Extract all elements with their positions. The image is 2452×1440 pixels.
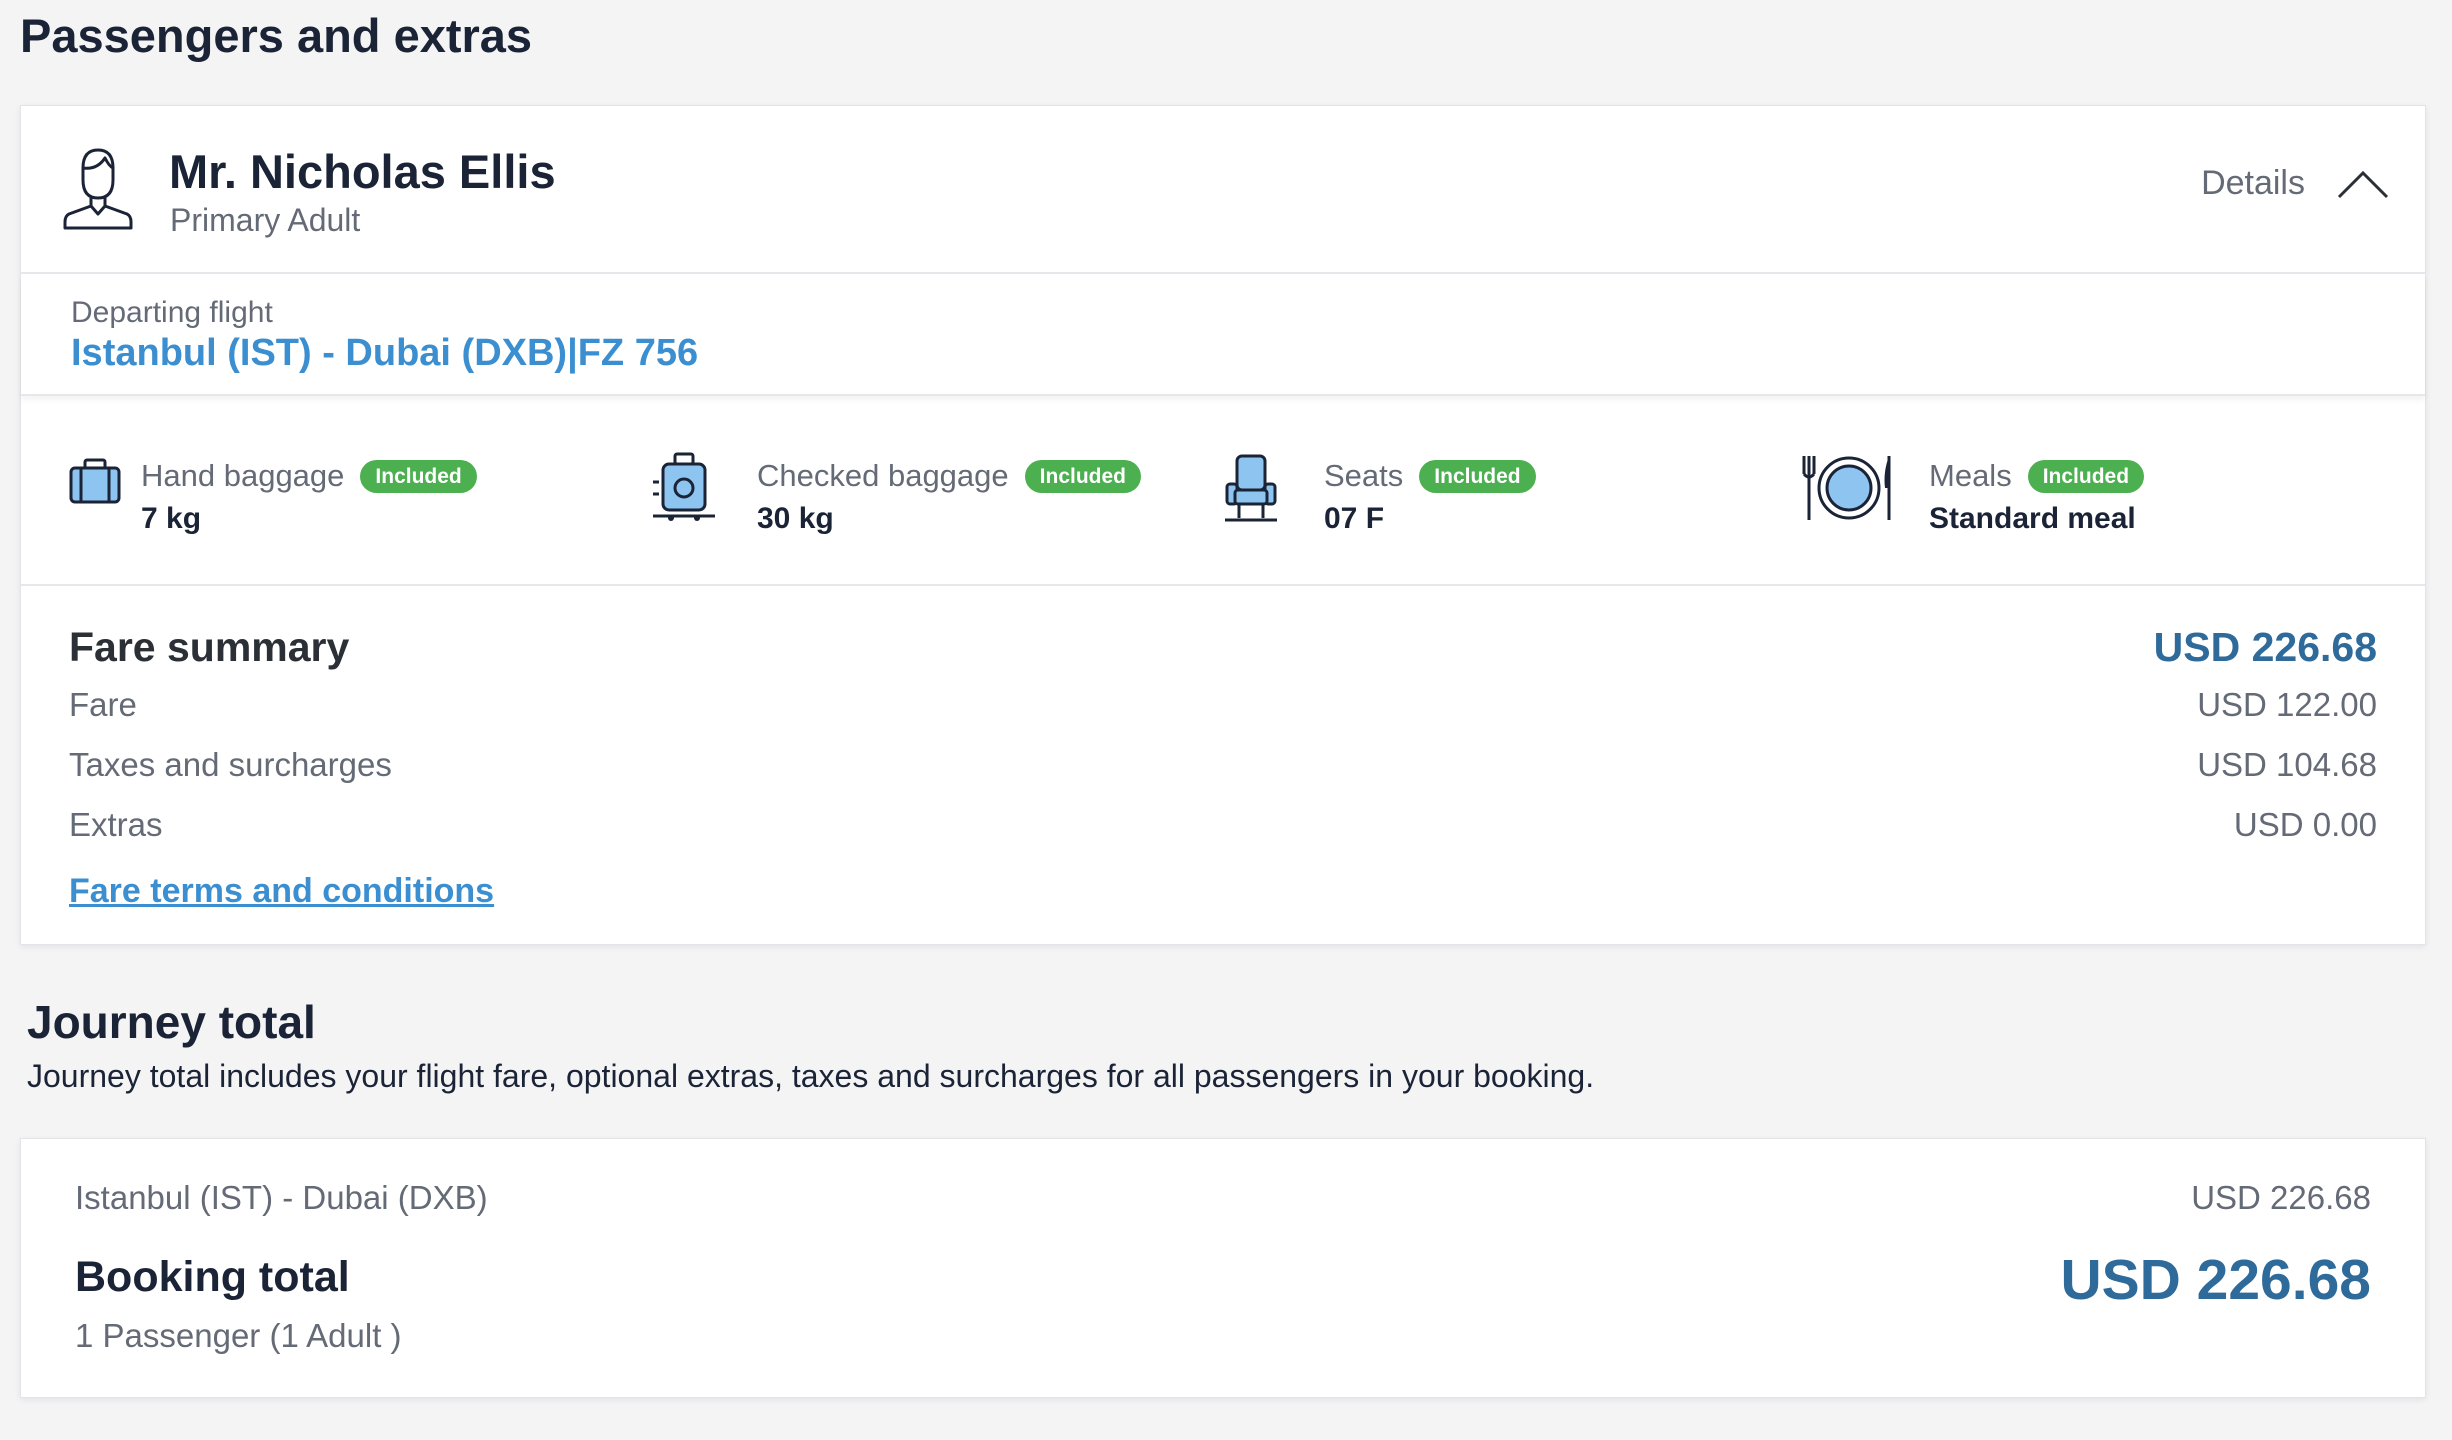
fare-row: Extras USD 0.00 (69, 806, 2377, 850)
journey-total-description: Journey total includes your flight fare,… (27, 1058, 1595, 1094)
seat-icon (1225, 454, 1277, 522)
journey-route: Istanbul (IST) - Dubai (DXB) (75, 1179, 488, 1216)
fare-summary: Fare summary USD 226.68 Fare USD 122.00 … (21, 586, 2425, 946)
hand-baggage-icon (69, 458, 121, 504)
fare-row-amount: USD 0.00 (2233, 806, 2377, 843)
details-toggle[interactable]: Details (2201, 164, 2389, 203)
booking-passengers: 1 Passenger (1 Adult ) (75, 1317, 402, 1354)
passenger-type: Primary Adult (170, 202, 361, 238)
extra-label: Hand baggage (141, 458, 345, 493)
fare-row-amount: USD 104.68 (2197, 746, 2377, 783)
passenger-card: Mr. Nicholas Ellis Primary Adult Details… (20, 105, 2426, 945)
fare-row-label: Taxes and surcharges (69, 746, 392, 783)
journey-route-amount: USD 226.68 (2191, 1179, 2371, 1216)
extras-row: Hand baggage Included 7 kg Checked bagga… (21, 398, 2425, 586)
meal-icon (1802, 456, 1891, 520)
fare-summary-total: USD 226.68 (2153, 624, 2377, 670)
included-badge: Included (1024, 459, 1141, 493)
included-badge: Included (2027, 459, 2145, 493)
extra-label: Seats (1324, 458, 1404, 493)
included-badge: Included (1419, 459, 1536, 493)
fare-summary-title: Fare summary (69, 624, 350, 670)
fare-row-label: Extras (69, 806, 163, 843)
passenger-header: Mr. Nicholas Ellis Primary Adult Details (21, 106, 2425, 274)
extra-value: 30 kg (757, 502, 834, 535)
fare-terms-link[interactable]: Fare terms and conditions (69, 872, 494, 911)
fare-row: Taxes and surcharges USD 104.68 (69, 746, 2377, 790)
flight-label: Departing flight (71, 296, 273, 329)
passenger-name: Mr. Nicholas Ellis (169, 145, 556, 198)
booking-total-label: Booking total (75, 1253, 350, 1301)
extra-label: Meals (1929, 458, 2012, 493)
person-outline-icon (63, 148, 133, 230)
section-title: Passengers and extras (20, 9, 533, 62)
fare-row: Fare USD 122.00 (69, 686, 2377, 730)
chevron-up-icon[interactable] (2337, 167, 2389, 201)
extra-label: Checked baggage (757, 458, 1009, 493)
booking-total-amount: USD 226.68 (2060, 1248, 2371, 1312)
fare-row-label: Fare (69, 686, 137, 723)
included-badge: Included (360, 459, 477, 493)
extra-value: Standard meal (1929, 502, 2136, 535)
extra-value: 7 kg (141, 502, 202, 535)
journey-total-title: Journey total (27, 996, 316, 1048)
flight-band: Departing flight Istanbul (IST) - Dubai … (21, 274, 2425, 396)
fare-row-amount: USD 122.00 (2197, 686, 2377, 723)
details-label[interactable]: Details (2201, 164, 2305, 203)
extra-value: 07 F (1324, 502, 1385, 535)
checked-baggage-icon (653, 452, 715, 521)
journey-total-card: Istanbul (IST) - Dubai (DXB) USD 226.68 … (20, 1138, 2426, 1398)
flight-route: Istanbul (IST) - Dubai (DXB)|FZ 756 (71, 332, 699, 374)
